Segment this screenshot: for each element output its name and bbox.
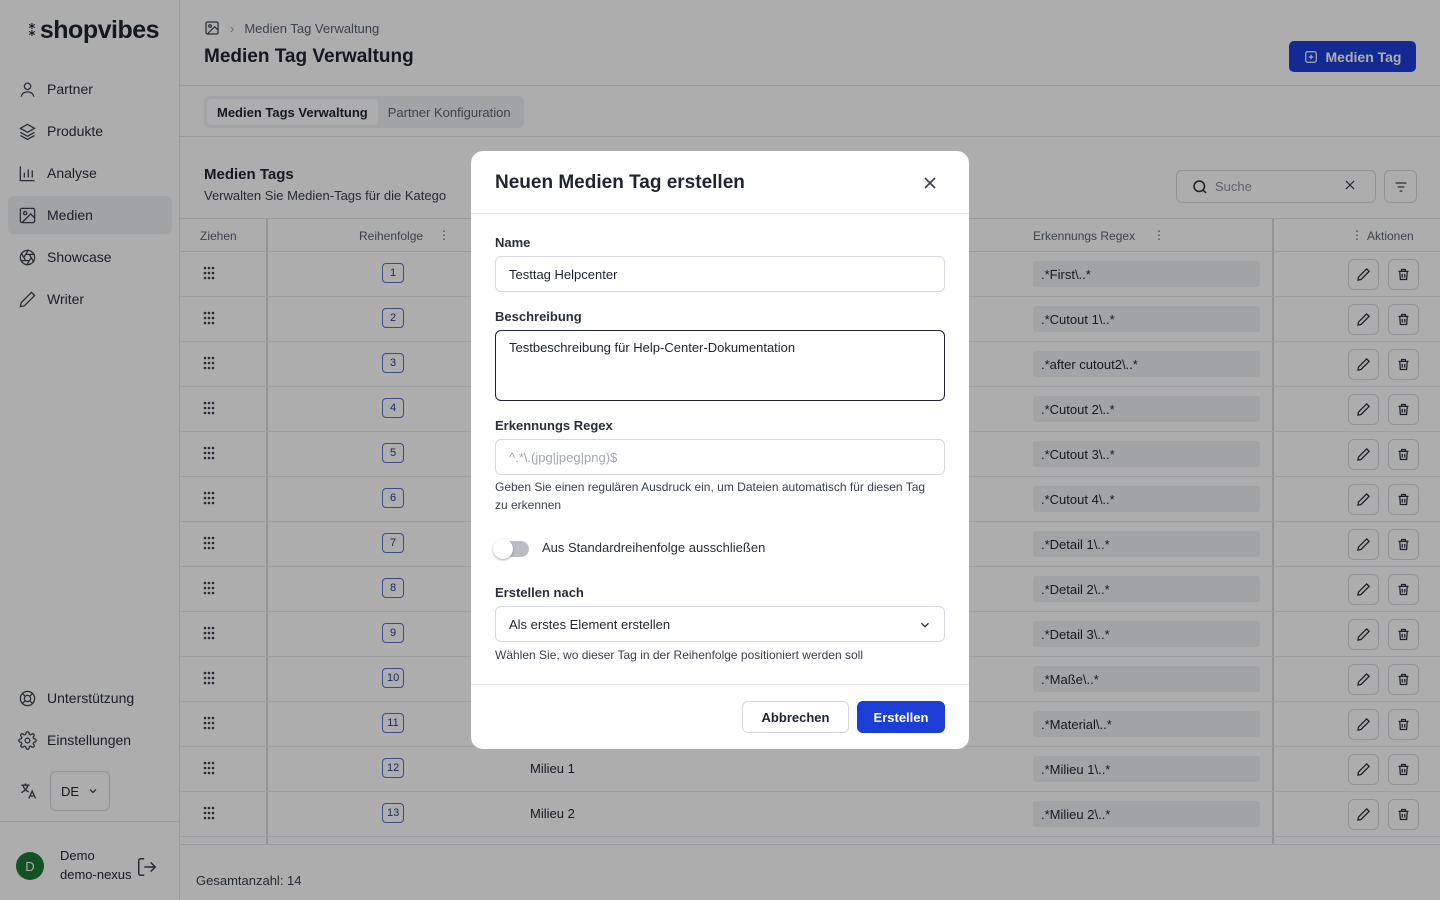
create-after-label: Erstellen nach <box>495 585 584 600</box>
cancel-button[interactable]: Abbrechen <box>742 701 849 733</box>
create-after-hint: Wählen Sie, wo dieser Tag in der Reihenf… <box>495 648 863 662</box>
dialog-divider <box>471 213 969 214</box>
regex-hint: Geben Sie einen regulären Ausdruck ein, … <box>495 480 926 512</box>
chevron-down-icon <box>921 622 929 628</box>
description-field[interactable]: Testbeschreibung für Help-Center-Dokumen… <box>495 330 945 401</box>
create-after-select[interactable]: Als erstes Element erstellen <box>495 606 945 642</box>
description-label: Beschreibung <box>495 309 582 324</box>
name-label: Name <box>495 235 531 250</box>
create-button[interactable]: Erstellen <box>857 701 945 733</box>
regex-label: Erkennungs Regex <box>495 418 613 433</box>
toggle-knob <box>493 539 513 559</box>
regex-field[interactable]: ^.*\.(jpg|jpeg|png)$ <box>495 439 945 475</box>
dialog-title: Neuen Medien Tag erstellen <box>495 172 745 193</box>
create-after-value: Als erstes Element erstellen <box>509 616 671 632</box>
exclude-order-toggle[interactable] <box>493 539 529 559</box>
exclude-order-label: Aus Standardreihenfolge ausschließen <box>542 540 766 555</box>
name-field[interactable]: Testtag Helpcenter <box>495 256 945 292</box>
create-media-tag-dialog: Neuen Medien Tag erstellen Name Testtag … <box>471 151 969 749</box>
dialog-divider <box>471 684 969 685</box>
close-icon[interactable] <box>920 173 940 193</box>
